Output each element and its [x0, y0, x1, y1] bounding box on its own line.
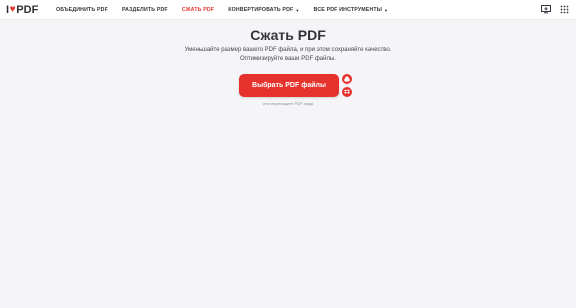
nav-item-label: Конвертировать PDF: [228, 7, 294, 13]
nav-item-merge[interactable]: Объединить PDF: [56, 5, 108, 15]
logo-text-right: PDF: [16, 3, 39, 16]
page-title: Сжать PDF: [250, 27, 326, 43]
dropbox-button[interactable]: [342, 87, 352, 97]
main-nav: Объединить PDF Разделить PDF Сжать PDF К…: [56, 5, 388, 15]
subtitle-line: Оптимизируйте ваши PDF файлы.: [240, 56, 336, 62]
nav-item-compress[interactable]: Сжать PDF: [182, 5, 214, 15]
dropbox-icon: [344, 89, 350, 94]
nav-item-label: Все PDF инструменты: [313, 7, 383, 13]
page-subtitle: Уменьшайте размер вашего PDF файла, и пр…: [0, 46, 576, 64]
header-actions: [540, 4, 570, 15]
desktop-download-icon[interactable]: [540, 4, 551, 15]
nav-item-label: Разделить PDF: [121, 7, 168, 13]
select-pdf-files-button[interactable]: Выбрать PDF файлы: [239, 74, 339, 97]
subtitle-line: Уменьшайте размер вашего PDF файла, и пр…: [184, 47, 392, 53]
drop-files-hint: или перетащите PDF сюда: [263, 101, 313, 106]
heart-icon: ♥: [9, 4, 16, 15]
google-drive-button[interactable]: [342, 74, 352, 84]
chevron-down-icon: ▼: [384, 7, 389, 13]
top-header: I ♥ PDF Объединить PDF Разделить PDF Сжа…: [0, 0, 576, 20]
nav-item-split[interactable]: Разделить PDF: [122, 5, 168, 15]
nav-item-all-tools[interactable]: Все PDF инструменты ▼: [314, 5, 389, 15]
ilovepdf-logo[interactable]: I ♥ PDF: [6, 3, 39, 17]
chevron-down-icon: ▼: [295, 7, 300, 13]
grid-menu-icon[interactable]: [559, 4, 570, 15]
google-drive-icon: [344, 76, 350, 82]
nav-item-convert[interactable]: Конвертировать PDF ▼: [228, 5, 299, 15]
nav-item-label: Объединить PDF: [56, 7, 108, 13]
nav-item-label: Сжать PDF: [181, 7, 215, 13]
